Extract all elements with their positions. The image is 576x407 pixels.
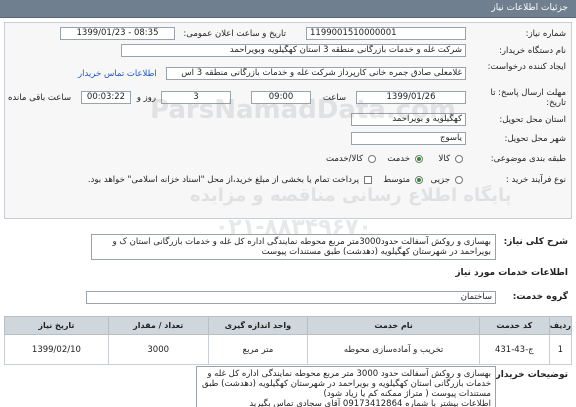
category-radio-goods-service[interactable] [368,155,376,163]
province-field: کهگیلویه و بویراحمد [351,113,466,126]
services-table: ردیف کد خدمت نام خدمت واحد اندازه گیری ت… [4,316,573,365]
province-label: استان محل تحویل: [499,115,566,125]
remaining-time-field: 00:03:22 [81,91,131,104]
table-header-row: ردیف کد خدمت نام خدمت واحد اندازه گیری ت… [4,316,573,335]
city-field: یاسوج [351,132,466,145]
days-label: روز و [136,93,156,103]
treasury-payment-checkbox[interactable] [364,176,372,184]
process-option-minor: جزیی [430,175,450,185]
summary-text: بهسازی و روکش آسفالت حدود3000متر مربع مح… [91,234,496,260]
page-header: جزئیات اطلاعات نیاز [0,0,576,18]
buyer-field: شرکت غله و خدمات بازرگانی منطقه 3 استان … [121,44,466,57]
col-qty-header: تعداد / مقدار [107,316,209,335]
deadline-date-field: 1399/01/26 [356,91,466,104]
need-number-field: 1199001510000001 [306,27,466,40]
creator-label: ایجاد کننده درخواست: [487,62,566,72]
col-date-header: تاریخ نیاز [4,316,109,335]
summary-label: شرح کلی نیاز: [503,237,568,247]
need-number-label: شماره نیاز: [525,29,566,39]
category-radio-goods[interactable] [455,155,463,163]
deadline-label: مهلت ارسال پاسخ: تا تاریخ: [490,88,566,108]
buyer-contact-link[interactable]: اطلاعات تماس خریدار [78,69,157,79]
service-group-field: ساختمان [86,291,496,304]
cell-unit: متر مربع [207,334,309,365]
buyer-notes-text: بهسازی و روکش آسفالت حدود 3000 متر مربع … [201,369,491,399]
process-option-medium: متوسط [383,175,410,185]
cell-date: 1399/02/10 [4,334,109,365]
category-radio-service[interactable] [415,155,423,163]
buyer-label: نام دستگاه خریدار: [499,46,566,56]
category-label: طبقه بندی موضوعی: [490,154,566,164]
city-label: شهر محل تحویل: [504,134,566,144]
buyer-notes-box: بهسازی و روکش آسفالت حدود 3000 متر مربع … [196,366,496,407]
col-name-header: نام خدمت [307,316,480,335]
announce-field: 1399/01/23 - 08:35 [60,27,175,40]
category-option-goods: کالا [438,154,450,164]
category-option-goods-service: کالا/خدمت [326,154,363,164]
category-option-service: خدمت [387,154,410,164]
treasury-payment-note: پرداخت تمام یا بخشی از مبلغ خرید،از محل … [87,175,359,185]
cell-qty: 3000 [107,334,209,365]
col-code-header: کد خدمت [478,316,550,335]
deadline-time-field: 09:00 [251,91,311,104]
service-group-label: گروه خدمت: [512,292,568,302]
process-radio-minor[interactable] [455,176,463,184]
cell-code: ج-43-431 [478,334,550,365]
buyer-notes-contact: اطلاعات بیشتر با شماره 09173412864 آقای … [249,399,491,407]
creator-field: غلامعلی صادق جمره خانی کارپرداز شرکت غله… [166,67,466,80]
cell-name: تخریب و آماده‌سازی محوطه [307,334,480,365]
process-radio-medium[interactable] [415,176,423,184]
page-title: جزئیات اطلاعات نیاز [491,3,568,13]
cell-row: 1 [548,334,573,365]
col-unit-header: واحد اندازه گیری [207,316,309,335]
deadline-time-label: ساعت [322,93,346,103]
process-label: نوع فرآیند خرید : [505,175,566,185]
remaining-label: ساعت باقی مانده [8,93,72,103]
announce-label: تاریخ و ساعت اعلان عمومی: [183,29,286,39]
days-field: 3 [161,91,231,104]
services-section-title: اطلاعات خدمات مورد نیاز [455,268,568,278]
col-row-header: ردیف [548,316,573,335]
table-row: 1 ج-43-431 تخریب و آماده‌سازی محوطه متر … [4,334,573,365]
buyer-notes-label: توضیحات خریدار: [492,370,568,380]
